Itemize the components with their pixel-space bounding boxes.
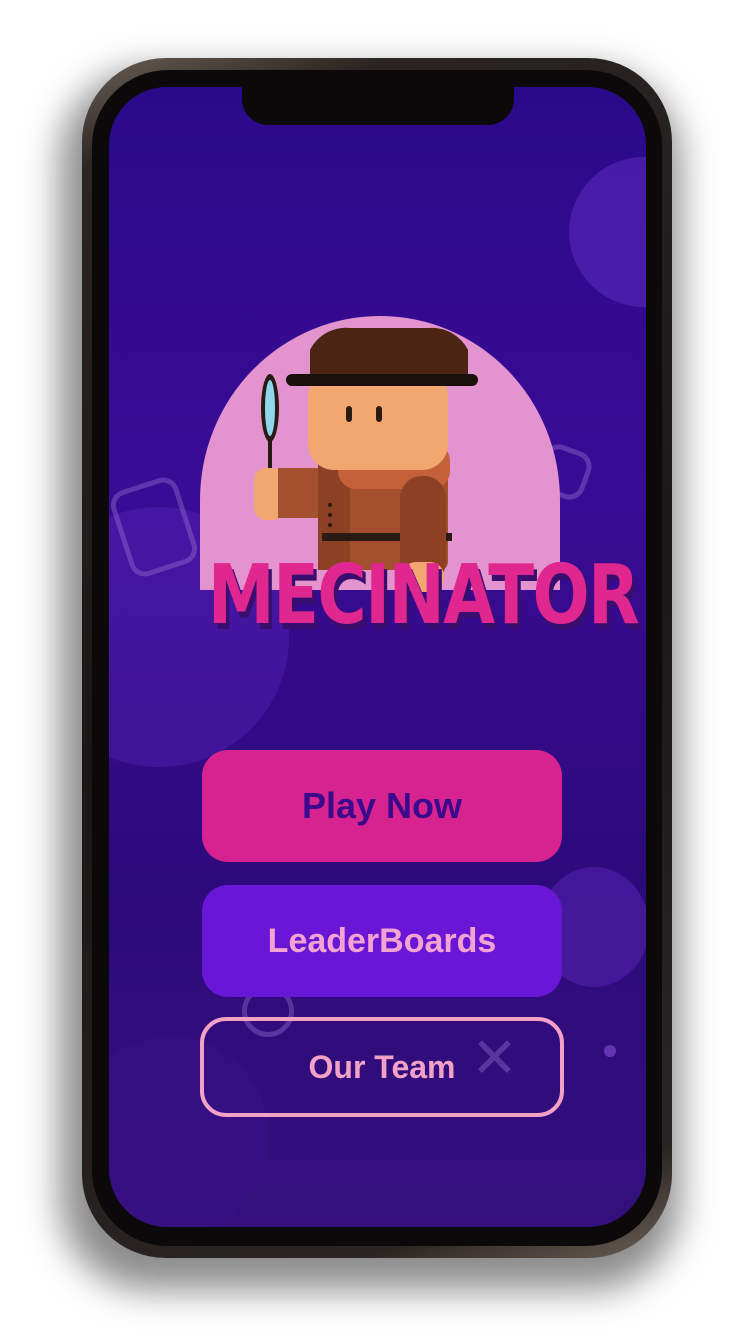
our-team-label: Our Team: [308, 1048, 456, 1085]
device-mockup: ✕ MECINATOR Play Now LeaderBoards Our Te…: [0, 0, 732, 1339]
play-now-label: Play Now: [301, 785, 463, 826]
phone-notch: [242, 87, 514, 125]
our-team-button[interactable]: Our Team: [200, 1017, 564, 1117]
app-logo-title: MECINATOR: [207, 548, 640, 643]
background-bubble: [569, 157, 646, 307]
play-now-button[interactable]: Play Now: [202, 750, 562, 862]
background-dot: [604, 1045, 616, 1057]
leaderboards-label: LeaderBoards: [267, 921, 497, 960]
leaderboards-button[interactable]: LeaderBoards: [202, 885, 562, 997]
